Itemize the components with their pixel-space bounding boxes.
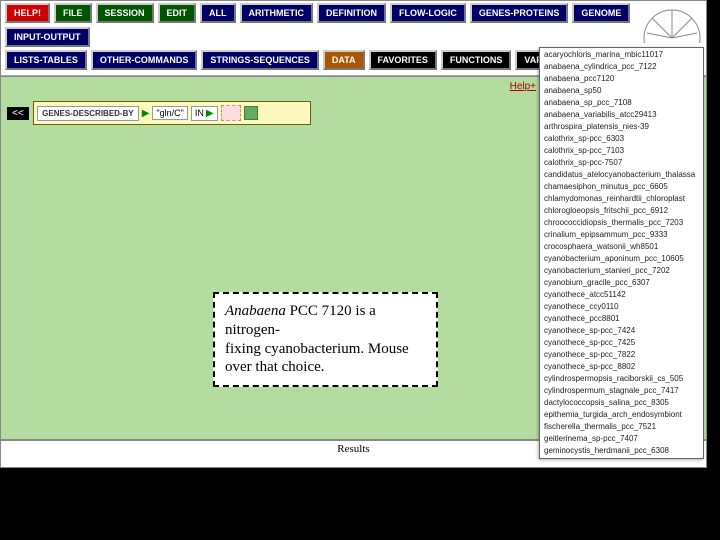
menu-liststables[interactable]: LISTS-TABLES: [5, 50, 87, 70]
chevron-icon: ▶: [206, 108, 214, 119]
in-keyword[interactable]: IN ▶: [191, 106, 218, 121]
in-label: IN: [195, 108, 204, 118]
menu-stringssequences[interactable]: STRINGS-SEQUENCES: [201, 50, 319, 70]
menu-data[interactable]: DATA: [323, 50, 365, 70]
organism-item[interactable]: anabaena_pcc7120: [540, 72, 703, 84]
organism-item[interactable]: dactylococcopsis_salina_pcc_8305: [540, 396, 703, 408]
organism-item[interactable]: epithemia_turgida_arch_endosymbiont: [540, 408, 703, 420]
organism-item[interactable]: cyanothece_atcc51142: [540, 288, 703, 300]
organism-item[interactable]: cylindrospermopsis_raciborskii_cs_505: [540, 372, 703, 384]
menu-favorites[interactable]: FAVORITES: [369, 50, 437, 70]
organism-item[interactable]: cyanothece_sp-pcc_8802: [540, 360, 703, 372]
dropdown-scroll[interactable]: acaryochloris_marina_mbic11017anabaena_c…: [540, 48, 703, 458]
function-panel[interactable]: GENES-DESCRIBED-BY ▶ "gln/C" IN ▶: [33, 101, 311, 125]
options-icon[interactable]: [244, 106, 258, 120]
menu-all[interactable]: ALL: [200, 3, 236, 23]
organism-item[interactable]: anabaena_variabilis_atcc29413: [540, 108, 703, 120]
help-link[interactable]: Help+: [510, 81, 536, 92]
collapse-button[interactable]: <<: [7, 107, 29, 120]
organism-item[interactable]: chlamydomonas_reinhardtii_chloroplast: [540, 192, 703, 204]
organisms-dropdown: acaryochloris_marina_mbic11017anabaena_c…: [539, 47, 704, 459]
menu-row-1: HELP!FILESESSIONEDITALLARITHMETICDEFINIT…: [5, 3, 702, 47]
organism-slot[interactable]: [221, 105, 241, 121]
organism-item[interactable]: fischerella_thermalis_pcc_7521: [540, 420, 703, 432]
organism-item[interactable]: calothrix_sp-pcc-7507: [540, 156, 703, 168]
menu-genesproteins[interactable]: GENES-PROTEINS: [470, 3, 569, 23]
organism-item[interactable]: chamaesiphon_minutus_pcc_6605: [540, 180, 703, 192]
menu-definition[interactable]: DEFINITION: [317, 3, 386, 23]
organism-item[interactable]: calothrix_sp-pcc_6303: [540, 132, 703, 144]
organism-item[interactable]: anabaena_sp_pcc_7108: [540, 96, 703, 108]
callout-text-2: fixing cyanobacterium. Mouse over that c…: [225, 341, 409, 376]
organism-item[interactable]: geminocystis_herdmanii_pcc_6308: [540, 444, 703, 456]
menu-functions[interactable]: FUNCTIONS: [441, 50, 512, 70]
organism-item[interactable]: crinalium_epipsammum_pcc_9333: [540, 228, 703, 240]
organism-item[interactable]: candidatus_atelocyanobacterium_thalassa: [540, 168, 703, 180]
organism-item[interactable]: cyanobium_gracile_pcc_6307: [540, 276, 703, 288]
callout-emphasis: Anabaena: [225, 303, 286, 319]
organism-item[interactable]: acaryochloris_marina_mbic11017: [540, 48, 703, 60]
organism-item[interactable]: cyanothece_sp-pcc_7424: [540, 324, 703, 336]
tutorial-callout: Anabaena PCC 7120 is a nitrogen-fixing c…: [213, 292, 438, 387]
organism-item[interactable]: crocosphaera_watsonii_wh8501: [540, 240, 703, 252]
app-window: HELP!FILESESSIONEDITALLARITHMETICDEFINIT…: [0, 0, 707, 468]
organism-item[interactable]: cyanothece_ccy0110: [540, 300, 703, 312]
menu-inputoutput[interactable]: INPUT-OUTPUT: [5, 27, 90, 47]
chevron-icon: ▶: [142, 108, 150, 119]
menu-othercommands[interactable]: OTHER-COMMANDS: [91, 50, 198, 70]
organism-item[interactable]: cyanothece_sp-pcc_7822: [540, 348, 703, 360]
menu-session[interactable]: SESSION: [96, 3, 154, 23]
menu-genome[interactable]: GENOME: [572, 3, 630, 23]
organism-item[interactable]: cyanobacterium_aponinum_pcc_10605: [540, 252, 703, 264]
organism-item[interactable]: calothrix_sp-pcc_7103: [540, 144, 703, 156]
organism-item[interactable]: anabaena_cylindrica_pcc_7122: [540, 60, 703, 72]
organism-item[interactable]: anabaena_sp50: [540, 84, 703, 96]
organism-item[interactable]: arthrospira_platensis_nies-39: [540, 120, 703, 132]
organism-item[interactable]: cyanobacterium_stanieri_pcc_7202: [540, 264, 703, 276]
biobike-logo: [642, 3, 702, 43]
function-name: GENES-DESCRIBED-BY: [37, 106, 139, 121]
menu-arithmetic[interactable]: ARITHMETIC: [240, 3, 314, 23]
arg-field[interactable]: "gln/C": [152, 106, 187, 120]
organism-item[interactable]: cyanothece_pcc8801: [540, 312, 703, 324]
organism-item[interactable]: cyanothece_sp-pcc_7425: [540, 336, 703, 348]
menu-flowlogic[interactable]: FLOW-LOGIC: [390, 3, 466, 23]
arg-value: "gln/C": [156, 108, 183, 118]
organism-item[interactable]: cylindrospermum_stagnale_pcc_7417: [540, 384, 703, 396]
menu-help[interactable]: HELP!: [5, 3, 50, 23]
organism-item[interactable]: geitlerinema_sp-pcc_7407: [540, 432, 703, 444]
organism-item[interactable]: chlorogloeopsis_fritschii_pcc_6912: [540, 204, 703, 216]
organism-item[interactable]: chroococcidiopsis_thermalis_pcc_7203: [540, 216, 703, 228]
menu-edit[interactable]: EDIT: [158, 3, 197, 23]
menu-file[interactable]: FILE: [54, 3, 92, 23]
